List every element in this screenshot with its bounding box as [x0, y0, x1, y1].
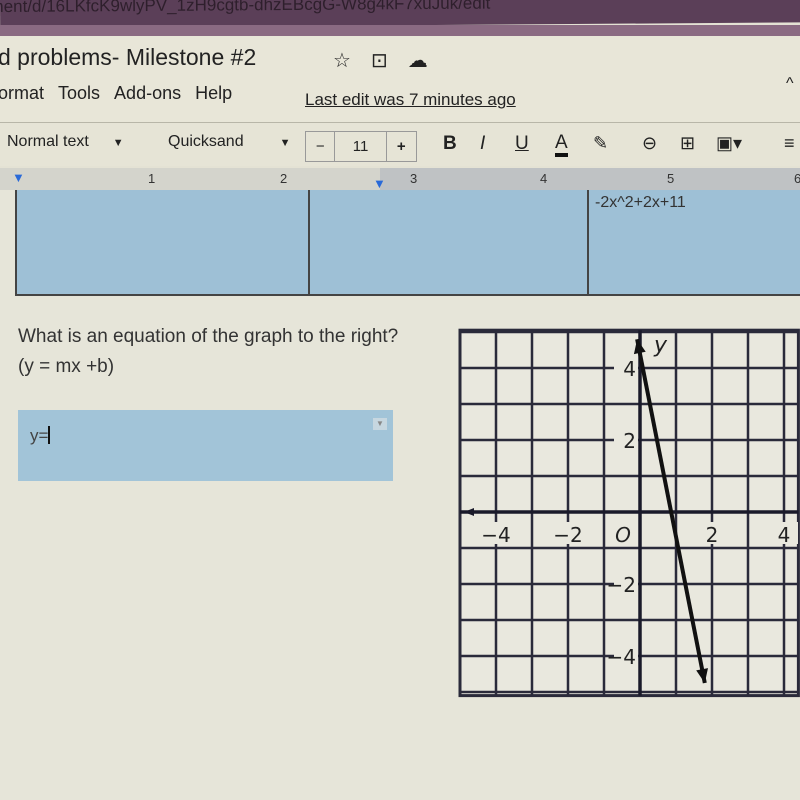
origin-label: O	[615, 523, 631, 547]
y-tick-label: 2	[623, 429, 636, 453]
x-tick-label: 4	[778, 523, 791, 547]
y-tick-label: 4	[623, 357, 636, 381]
y-tick-label: −2	[607, 573, 636, 597]
y-axis-label: y	[653, 333, 668, 358]
coordinate-graph: −4 −2 2 4 4 2 −2 −4 Oy	[458, 328, 800, 698]
x-tick-label: −4	[481, 523, 510, 547]
y-tick-label: −4	[607, 645, 636, 669]
x-tick-label: 2	[706, 523, 719, 547]
x-tick-label: −2	[553, 523, 582, 547]
